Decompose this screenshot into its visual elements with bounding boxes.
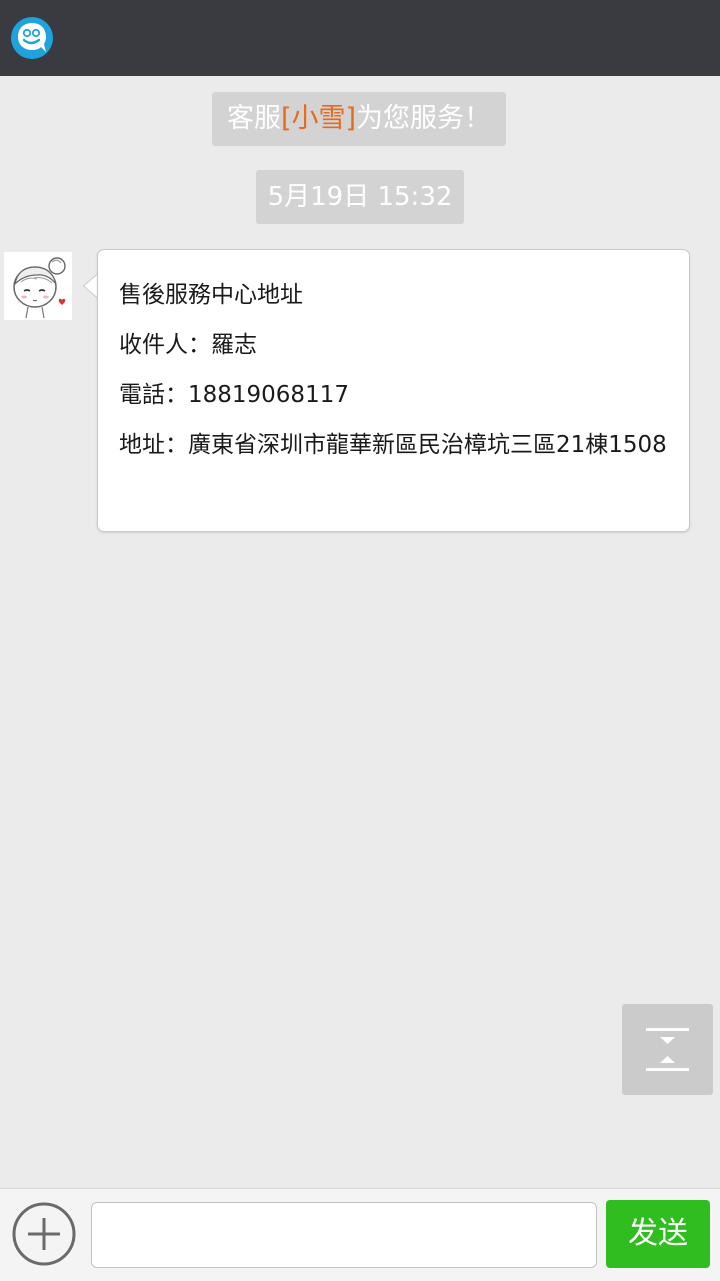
bubble-tail bbox=[82, 273, 98, 299]
plus-circle-icon[interactable] bbox=[12, 1202, 76, 1266]
agent-avatar[interactable] bbox=[4, 252, 72, 320]
top-bar bbox=[0, 0, 720, 76]
service-notice: 客服[小雪]为您服务！ bbox=[212, 92, 506, 146]
message-timestamp: 5月19日 15:32 bbox=[256, 170, 464, 224]
message-line-phone: 電話：18819068117 bbox=[119, 382, 349, 408]
notice-prefix: 客服 bbox=[226, 103, 281, 134]
scroll-toggle-button[interactable] bbox=[622, 1004, 713, 1095]
agent-name: [小雪] bbox=[280, 103, 357, 134]
message-input[interactable] bbox=[91, 1202, 597, 1268]
message-line-recipient: 收件人：羅志 bbox=[119, 332, 257, 358]
collapse-expand-icon bbox=[646, 1028, 689, 1071]
message-line-title: 售後服務中心地址 bbox=[119, 282, 303, 308]
notice-suffix: 为您服务！ bbox=[356, 103, 492, 134]
message-line-address: 地址：廣東省深圳市龍華新區民治樟坑三區21棟1508 bbox=[119, 432, 667, 458]
cartoon-girl-avatar-icon bbox=[4, 252, 72, 320]
send-button[interactable]: 发送 bbox=[606, 1200, 710, 1268]
message-bubble[interactable]: 售後服務中心地址 收件人：羅志 電話：18819068117 地址：廣東省深圳市… bbox=[97, 249, 690, 532]
chat-face-icon[interactable] bbox=[10, 16, 54, 60]
